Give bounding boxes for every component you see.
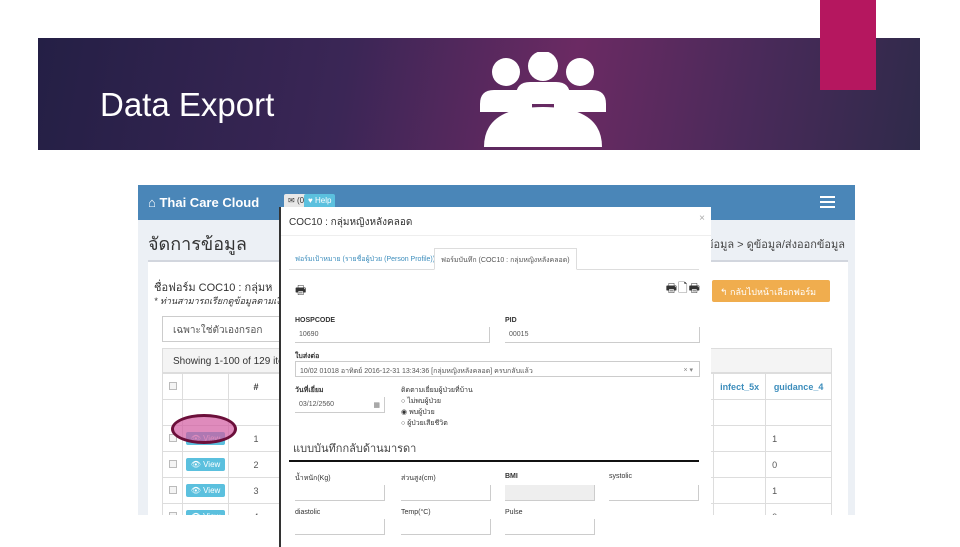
view-label: View (203, 460, 221, 469)
pid-field[interactable]: 00015 (505, 327, 700, 343)
row-num: 2 (228, 451, 284, 478)
row-checkbox[interactable] (168, 511, 177, 515)
brand-link[interactable]: ⌂ Thai Care Cloud (148, 195, 259, 210)
date-field[interactable]: 03/12/2560 ▦ (295, 397, 385, 413)
visit-label: ติดตามเยี่ยมผู้ป่วยที่บ้าน (401, 387, 473, 394)
col-infect[interactable]: infect_5x (712, 373, 767, 400)
pulse-label: Pulse (505, 509, 523, 516)
print-icon[interactable]: 🖶 (295, 281, 306, 302)
record-modal: COC10 : กลุ่มหญิงหลังคลอด × ฟอร์มเป้าหมา… (279, 207, 711, 547)
systolic-label: systolic (609, 473, 632, 480)
view-button[interactable]: 👁 View (185, 458, 226, 471)
pulse-field[interactable] (505, 519, 595, 535)
section-divider (289, 460, 699, 462)
row-num: 4 (228, 503, 284, 515)
height-label: ส่วนสูง(cm) (401, 475, 436, 482)
tab-person-profile[interactable]: ฟอร์มเป้าหมาย (รายชื่อผู้ป่วย (Person Pr… (289, 248, 441, 270)
date-label: วันที่เยี่ยม (295, 387, 324, 394)
bmi-field (505, 485, 595, 501)
col-num[interactable]: # (228, 373, 284, 400)
people-icon (480, 52, 606, 147)
note-text: * ท่านสามารถเรียกดูข้อมูลตามเงื (154, 296, 281, 306)
radio-label: ไม่พบผู้ป่วย (407, 398, 441, 405)
select-all-checkbox[interactable] (168, 381, 177, 390)
radio-label: ผู้ป่วยเสียชีวิต (407, 420, 448, 427)
systolic-field[interactable] (609, 485, 699, 501)
row-guidance: 0 (765, 503, 832, 515)
pid-label: PID (505, 317, 517, 324)
radio-label: พบผู้ป่วย (409, 409, 435, 416)
height-field[interactable] (401, 485, 491, 501)
weight-label: น้ำหนัก(Kg) (295, 475, 331, 482)
brand-label: Thai Care Cloud (159, 195, 260, 210)
calendar-icon[interactable]: ▦ (373, 401, 380, 409)
diastolic-field[interactable] (295, 519, 385, 535)
temp-label: Temp(°C) (401, 509, 431, 516)
menu-icon[interactable] (820, 196, 835, 211)
diastolic-label: diastolic (295, 509, 321, 516)
col-guidance[interactable]: guidance_4 (765, 373, 832, 400)
referral-select[interactable]: 10/02 01018 อาทิตย์ 2016-12-31 13:34:36 … (295, 361, 700, 377)
radio-found[interactable]: ◉ พบผู้ป่วย (401, 407, 448, 418)
breadcrumb: ข้อมูล > ดูข้อมูล/ส่งออกข้อมูล (705, 239, 845, 251)
temp-field[interactable] (401, 519, 491, 535)
radio-not-found[interactable]: ○ ไม่พบผู้ป่วย (401, 396, 448, 407)
tab-record-form[interactable]: ฟอร์มบันทึก (COC10 : กลุ่มหญิงหลังคลอด) (434, 248, 577, 270)
view-button[interactable]: 👁 View (185, 484, 226, 497)
visit-radio-group: ○ ไม่พบผู้ป่วย ◉ พบผู้ป่วย ○ ผู้ป่วยเสีย… (401, 396, 448, 429)
row-guidance: 1 (765, 477, 832, 504)
bmi-label: BMI (505, 473, 518, 480)
section-title: แบบบันทึกกลับด้านมารดา (293, 443, 417, 455)
close-icon[interactable]: × (699, 213, 705, 224)
row-checkbox[interactable] (168, 459, 177, 468)
row-num: 3 (228, 477, 284, 504)
export-icons[interactable]: 🖶🗋🖶 (666, 279, 701, 300)
date-value: 03/12/2560 (299, 401, 335, 408)
weight-field[interactable] (295, 485, 385, 501)
highlight-annotation (171, 414, 237, 444)
row-guidance: 1 (765, 425, 832, 452)
view-button[interactable]: 👁 View (185, 510, 226, 515)
hospcode-field[interactable]: 10690 (295, 327, 490, 343)
hospcode-label: HOSPCODE (295, 317, 336, 324)
row-guidance: 0 (765, 451, 832, 478)
row-checkbox[interactable] (168, 485, 177, 494)
modal-title: COC10 : กลุ่มหญิงหลังคลอด (289, 217, 413, 228)
back-button[interactable]: ↰ กลับไปหน้าเลือกฟอร์ม (712, 280, 830, 302)
accent-bar (820, 0, 876, 90)
modal-tabs: ฟอร์มเป้าหมาย (รายชื่อผู้ป่วย (Person Pr… (289, 248, 699, 270)
referral-value: 10/02 01018 อาทิตย์ 2016-12-31 13:34:36 … (300, 368, 533, 375)
view-label: View (203, 512, 220, 515)
back-label: กลับไปหน้าเลือกฟอร์ม (730, 287, 817, 297)
radio-deceased[interactable]: ○ ผู้ป่วยเสียชีวิต (401, 418, 448, 429)
view-label: View (203, 486, 221, 495)
page-title: จัดการข้อมูล (148, 234, 247, 254)
help-label: Help (314, 196, 332, 205)
slide-title: Data Export (100, 86, 275, 123)
